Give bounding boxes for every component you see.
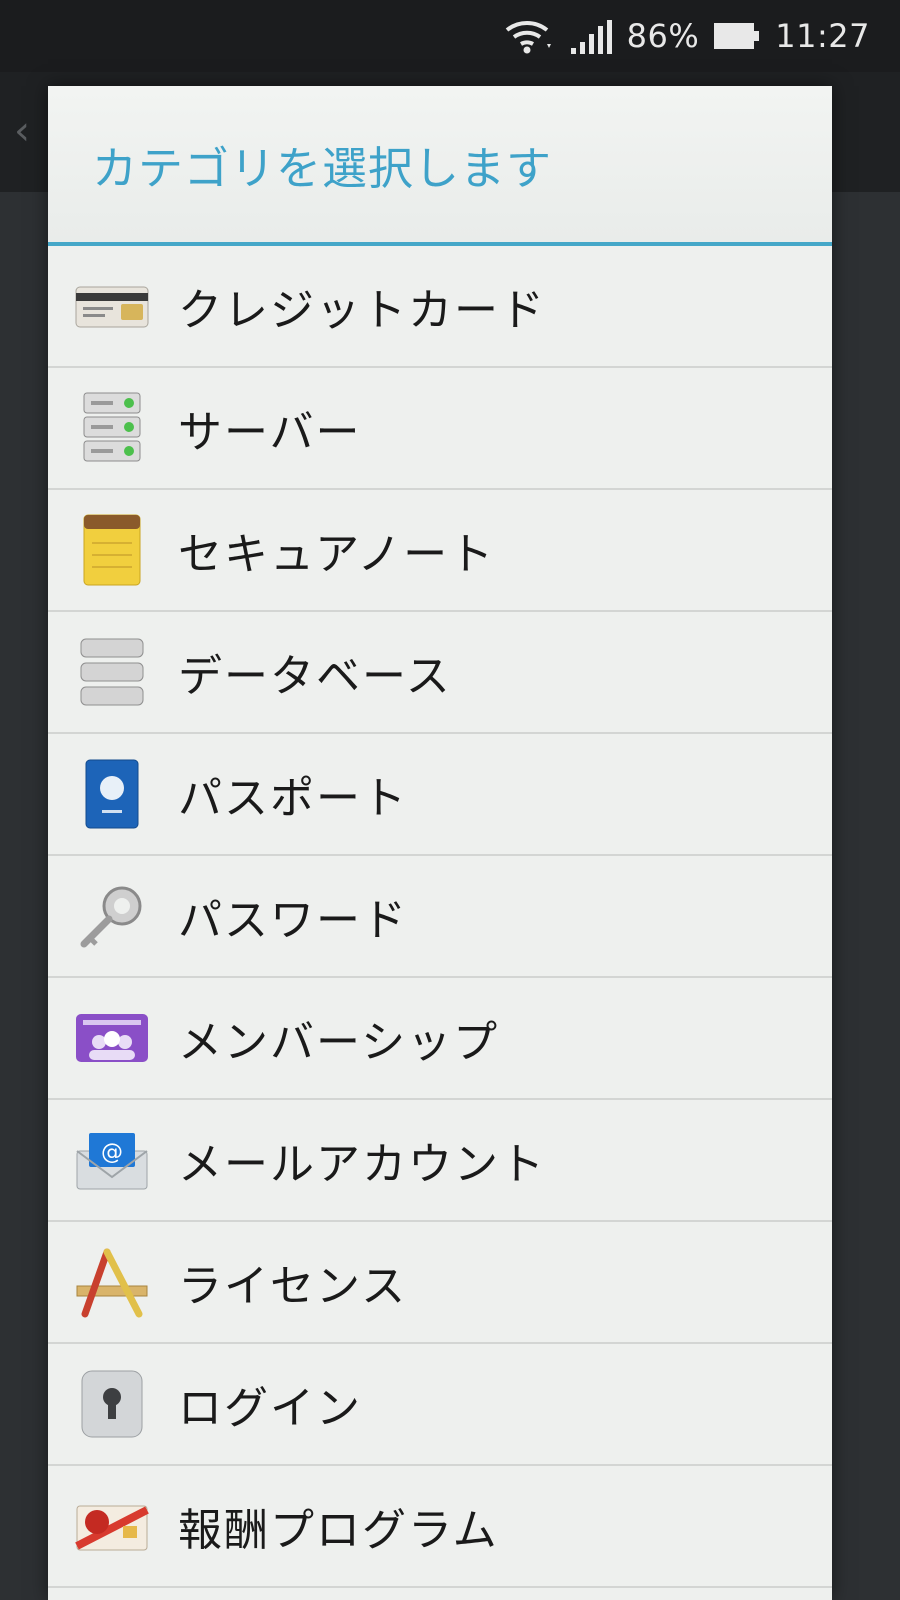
list-item-label: パスポート (178, 773, 408, 824)
list-item-reward-program[interactable]: 報酬プログラム (48, 1466, 832, 1588)
list-item-label: メンバーシップ (178, 1017, 500, 1068)
list-item-label: サーバー (178, 407, 362, 458)
back-arrow-icon: ‹ (14, 108, 30, 154)
clock: 11:27 (775, 17, 870, 55)
battery-icon (713, 21, 761, 51)
notepad-icon (74, 512, 150, 588)
lock-icon (74, 1366, 150, 1442)
list-item-label: セキュアノート (178, 529, 496, 580)
list-item-passport[interactable]: パスポート (48, 734, 832, 856)
list-item-membership[interactable]: メンバーシップ (48, 978, 832, 1100)
key-icon (74, 878, 150, 954)
list-item-password[interactable]: パスワード (48, 856, 832, 978)
dialog-header: カテゴリを選択します (48, 86, 832, 246)
list-item-mail-account[interactable]: @ メールアカウント (48, 1100, 832, 1222)
svg-text:@: @ (101, 1140, 123, 1165)
license-icon (74, 1244, 150, 1320)
list-item-secure-note[interactable]: セキュアノート (48, 490, 832, 612)
list-item-license[interactable]: ライセンス (48, 1222, 832, 1344)
signal-icon (569, 16, 613, 56)
battery-percentage: 86% (626, 17, 700, 55)
list-item-database[interactable]: データベース (48, 612, 832, 734)
credit-card-icon (74, 268, 150, 344)
list-item-label: クレジットカード (178, 285, 546, 336)
mail-icon: @ (74, 1122, 150, 1198)
list-item-label: データベース (178, 651, 452, 702)
list-item-login[interactable]: ログイン (48, 1344, 832, 1466)
list-item-label: ログイン (178, 1383, 362, 1434)
category-list: クレジットカード サーバー セキュアノート データベース パスポート パスワード… (48, 246, 832, 1588)
database-icon (74, 634, 150, 710)
list-item-label: メールアカウント (178, 1139, 546, 1190)
list-item-server[interactable]: サーバー (48, 368, 832, 490)
reward-icon (74, 1488, 150, 1564)
server-icon (74, 390, 150, 466)
list-item-credit-card[interactable]: クレジットカード (48, 246, 832, 368)
membership-card-icon (74, 1000, 150, 1076)
status-bar: 86% 11:27 (0, 0, 900, 72)
passport-icon (74, 756, 150, 832)
dialog-title: カテゴリを選択します (92, 141, 553, 195)
category-dialog: カテゴリを選択します クレジットカード サーバー セキュアノート データベース … (48, 86, 832, 1600)
wifi-icon (503, 16, 555, 56)
list-item-label: ライセンス (178, 1261, 408, 1312)
list-item-label: パスワード (178, 895, 408, 946)
list-item-label: 報酬プログラム (178, 1505, 499, 1556)
